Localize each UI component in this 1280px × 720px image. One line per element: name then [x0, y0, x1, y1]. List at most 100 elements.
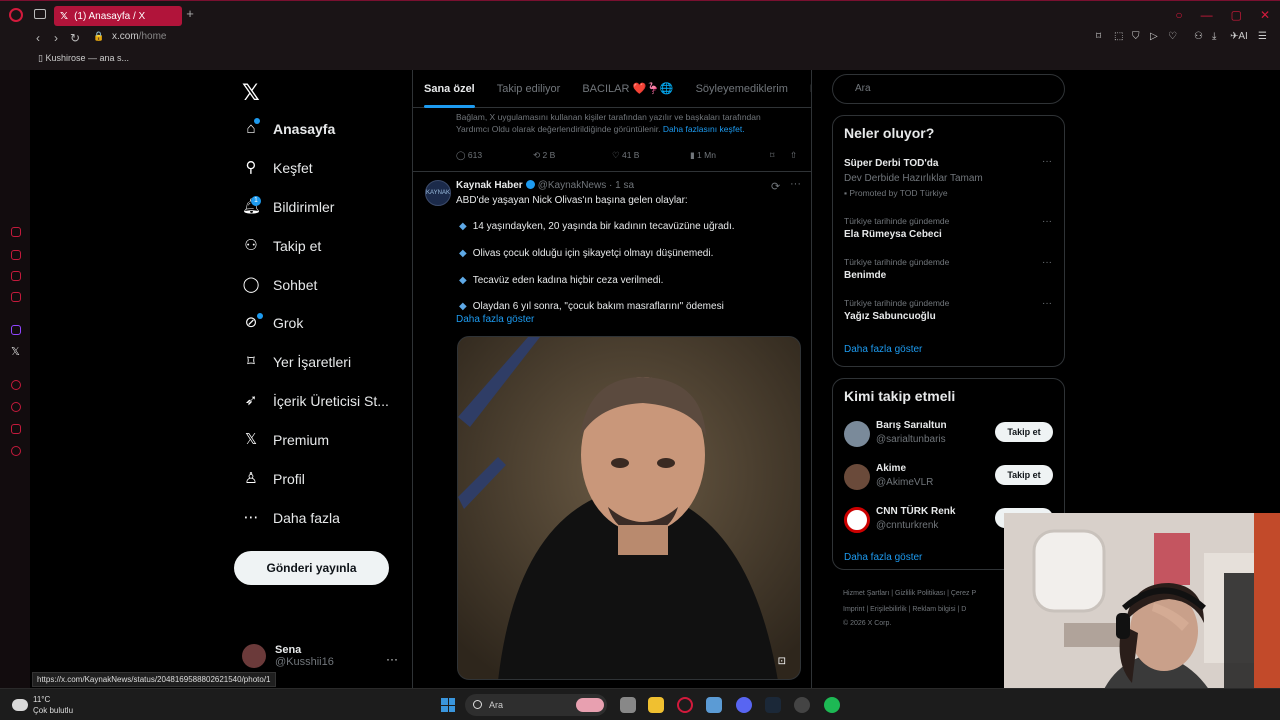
post-button[interactable]: Gönderi yayınla	[234, 551, 389, 585]
user-handle: @Kusshii16	[275, 656, 334, 668]
music-icon[interactable]	[11, 292, 21, 302]
shield-icon[interactable]: ⛉	[1132, 31, 1140, 42]
community-note-link[interactable]: Daha fazlasını keşfet.	[663, 124, 745, 134]
weather-widget[interactable]: 11°C Çok bulutlu	[12, 694, 73, 716]
task-view-icon[interactable]	[620, 697, 636, 713]
forward-icon[interactable]: ›	[54, 31, 58, 45]
nav-item[interactable]: ➶ İçerik Üreticisi St...	[242, 392, 389, 410]
footer-links[interactable]: Hizmet Şartları | Gizlilik Politikası | …	[843, 590, 976, 597]
footer-links[interactable]: Imprint | Erişilebilirlik | Reklam bilgi…	[843, 606, 966, 613]
like-button[interactable]: ♡ 41 B	[612, 150, 690, 161]
search-input[interactable]: Ara	[832, 74, 1065, 104]
nav-item[interactable]: ♙ Profil	[242, 470, 305, 488]
x-logo-icon[interactable]: 𝕏	[242, 80, 260, 106]
trend-more-icon[interactable]: ···	[1042, 216, 1052, 227]
timeline-tab[interactable]: Takip ediliyor	[497, 83, 561, 95]
promoted-title[interactable]: Süper Derbi TOD'da	[844, 158, 938, 169]
share-button[interactable]: ⇧	[790, 150, 797, 161]
bookmark-button[interactable]: ⌑	[770, 150, 790, 161]
opera-logo-icon[interactable]	[9, 8, 23, 22]
new-tab-icon[interactable]: +	[184, 7, 196, 20]
menu-icon[interactable]: ☰	[1258, 31, 1267, 42]
show-more-link[interactable]: Daha fazla göster	[456, 314, 534, 325]
twitch-icon[interactable]	[11, 325, 21, 335]
trends-show-more[interactable]: Daha fazla göster	[844, 344, 922, 355]
windows-start-icon[interactable]	[441, 698, 455, 712]
history-icon[interactable]	[11, 402, 21, 412]
discord-icon[interactable]	[736, 697, 752, 713]
timeline-tab[interactable]: KAL	[810, 83, 811, 95]
tweet-author-handle[interactable]: @KaynakNews	[538, 180, 607, 191]
timeline-tab[interactable]: Sana özel	[424, 83, 475, 108]
file-explorer-icon[interactable]	[648, 697, 664, 713]
image-grok-icon[interactable]: ⊡	[778, 656, 786, 667]
close-icon[interactable]: ✕	[1260, 8, 1270, 22]
app-icon[interactable]	[794, 697, 810, 713]
follow-show-more[interactable]: Daha fazla göster	[844, 552, 922, 563]
profile-icon[interactable]: ⚇	[1194, 31, 1203, 42]
player-icon[interactable]: ▷	[1150, 31, 1158, 42]
maximize-icon[interactable]: ▢	[1231, 8, 1242, 22]
timeline-tab[interactable]: BACILAR ❤️🦩🌐	[582, 82, 673, 95]
pin-icon[interactable]: ⌑	[1096, 31, 1101, 42]
nav-item[interactable]: ⋯ Daha fazla	[242, 509, 340, 527]
avatar[interactable]	[844, 421, 870, 447]
nav-item[interactable]: ⚲ Keşfet	[242, 159, 313, 177]
tweet-more-icon[interactable]: ···	[790, 178, 801, 190]
trend-name[interactable]: Ela Rümeysa Cebeci	[844, 229, 942, 240]
follow-name[interactable]: CNN TÜRK Renk	[876, 506, 955, 517]
x-sidebar-icon[interactable]: 𝕏	[11, 345, 20, 358]
follow-button[interactable]: Takip et	[995, 465, 1053, 485]
trend-more-icon[interactable]: ···	[1042, 156, 1052, 167]
back-icon[interactable]: ‹	[36, 31, 40, 45]
nav-item[interactable]: 𝕏 Premium	[242, 431, 329, 449]
trend-name[interactable]: Yağız Sabuncuoğlu	[844, 311, 936, 322]
nav-item[interactable]: ⚇ Takip et	[242, 237, 321, 255]
messenger-icon[interactable]	[11, 271, 21, 281]
player-sidebar-icon[interactable]	[11, 380, 21, 390]
reply-button[interactable]: ◯ 613	[456, 150, 533, 161]
follow-name[interactable]: Barış Sarıaltun	[876, 420, 947, 431]
download-icon[interactable]: ⤓	[1212, 31, 1216, 42]
nav-item-label: Daha fazla	[273, 510, 340, 526]
timeline-tab[interactable]: Söyleyemediklerim	[696, 83, 788, 95]
account-more-icon[interactable]: ···	[386, 652, 398, 666]
tweet-photo[interactable]: ⊡	[457, 336, 801, 680]
trend-more-icon[interactable]: ···	[1042, 298, 1052, 309]
settings-icon[interactable]	[11, 446, 21, 456]
account-switcher[interactable]: Sena @Kusshii16	[242, 644, 334, 668]
tweet-author-name[interactable]: Kaynak Haber	[456, 180, 523, 191]
views-button[interactable]: ▮ 1 Mn	[690, 150, 770, 161]
minimize-icon[interactable]: —	[1201, 8, 1213, 22]
search-tabs-icon[interactable]: ○	[1175, 8, 1182, 22]
nav-item[interactable]: ⌑ Yer İşaretleri	[242, 353, 351, 371]
follow-name[interactable]: Akime	[876, 463, 906, 474]
ai-icon[interactable]	[11, 227, 21, 237]
heart-icon[interactable]: ♡	[1168, 31, 1177, 42]
bookmark-item[interactable]: ▯ Kushirose — ana s...	[38, 53, 129, 64]
follow-button[interactable]: Takip et	[995, 422, 1053, 442]
avatar[interactable]	[844, 464, 870, 490]
steam-icon[interactable]	[765, 697, 781, 713]
nav-item[interactable]: ◯ Sohbet	[242, 276, 318, 294]
app-icon[interactable]	[706, 697, 722, 713]
repost-button[interactable]: ⟲ 2 B	[533, 150, 612, 161]
avatar[interactable]	[844, 507, 870, 533]
nav-item[interactable]: ⊘ Grok	[242, 314, 304, 332]
workspaces-icon[interactable]	[34, 9, 46, 19]
url-field[interactable]: x.com/home	[112, 31, 166, 42]
spotify-icon[interactable]	[824, 697, 840, 713]
follow-handle: @AkimeVLR	[876, 477, 934, 488]
grok-explain-icon[interactable]: ⟳	[771, 180, 780, 193]
shop-icon[interactable]	[11, 250, 21, 260]
tweet-avatar[interactable]: KAYNAK	[425, 180, 451, 206]
browser-tab-active[interactable]: 𝕏 (1) Anasayfa / X	[54, 6, 182, 26]
extensions-icon[interactable]	[11, 424, 21, 434]
opera-gx-icon[interactable]	[677, 697, 693, 713]
trend-more-icon[interactable]: ···	[1042, 257, 1052, 268]
snapshot-icon[interactable]: ⬚	[1114, 31, 1123, 42]
tweet-time[interactable]: · 1 sa	[609, 180, 634, 191]
trend-name[interactable]: Benimde	[844, 270, 886, 281]
aria-ai-icon[interactable]: ✈AI	[1230, 31, 1248, 42]
reload-icon[interactable]: ↻	[70, 31, 80, 45]
